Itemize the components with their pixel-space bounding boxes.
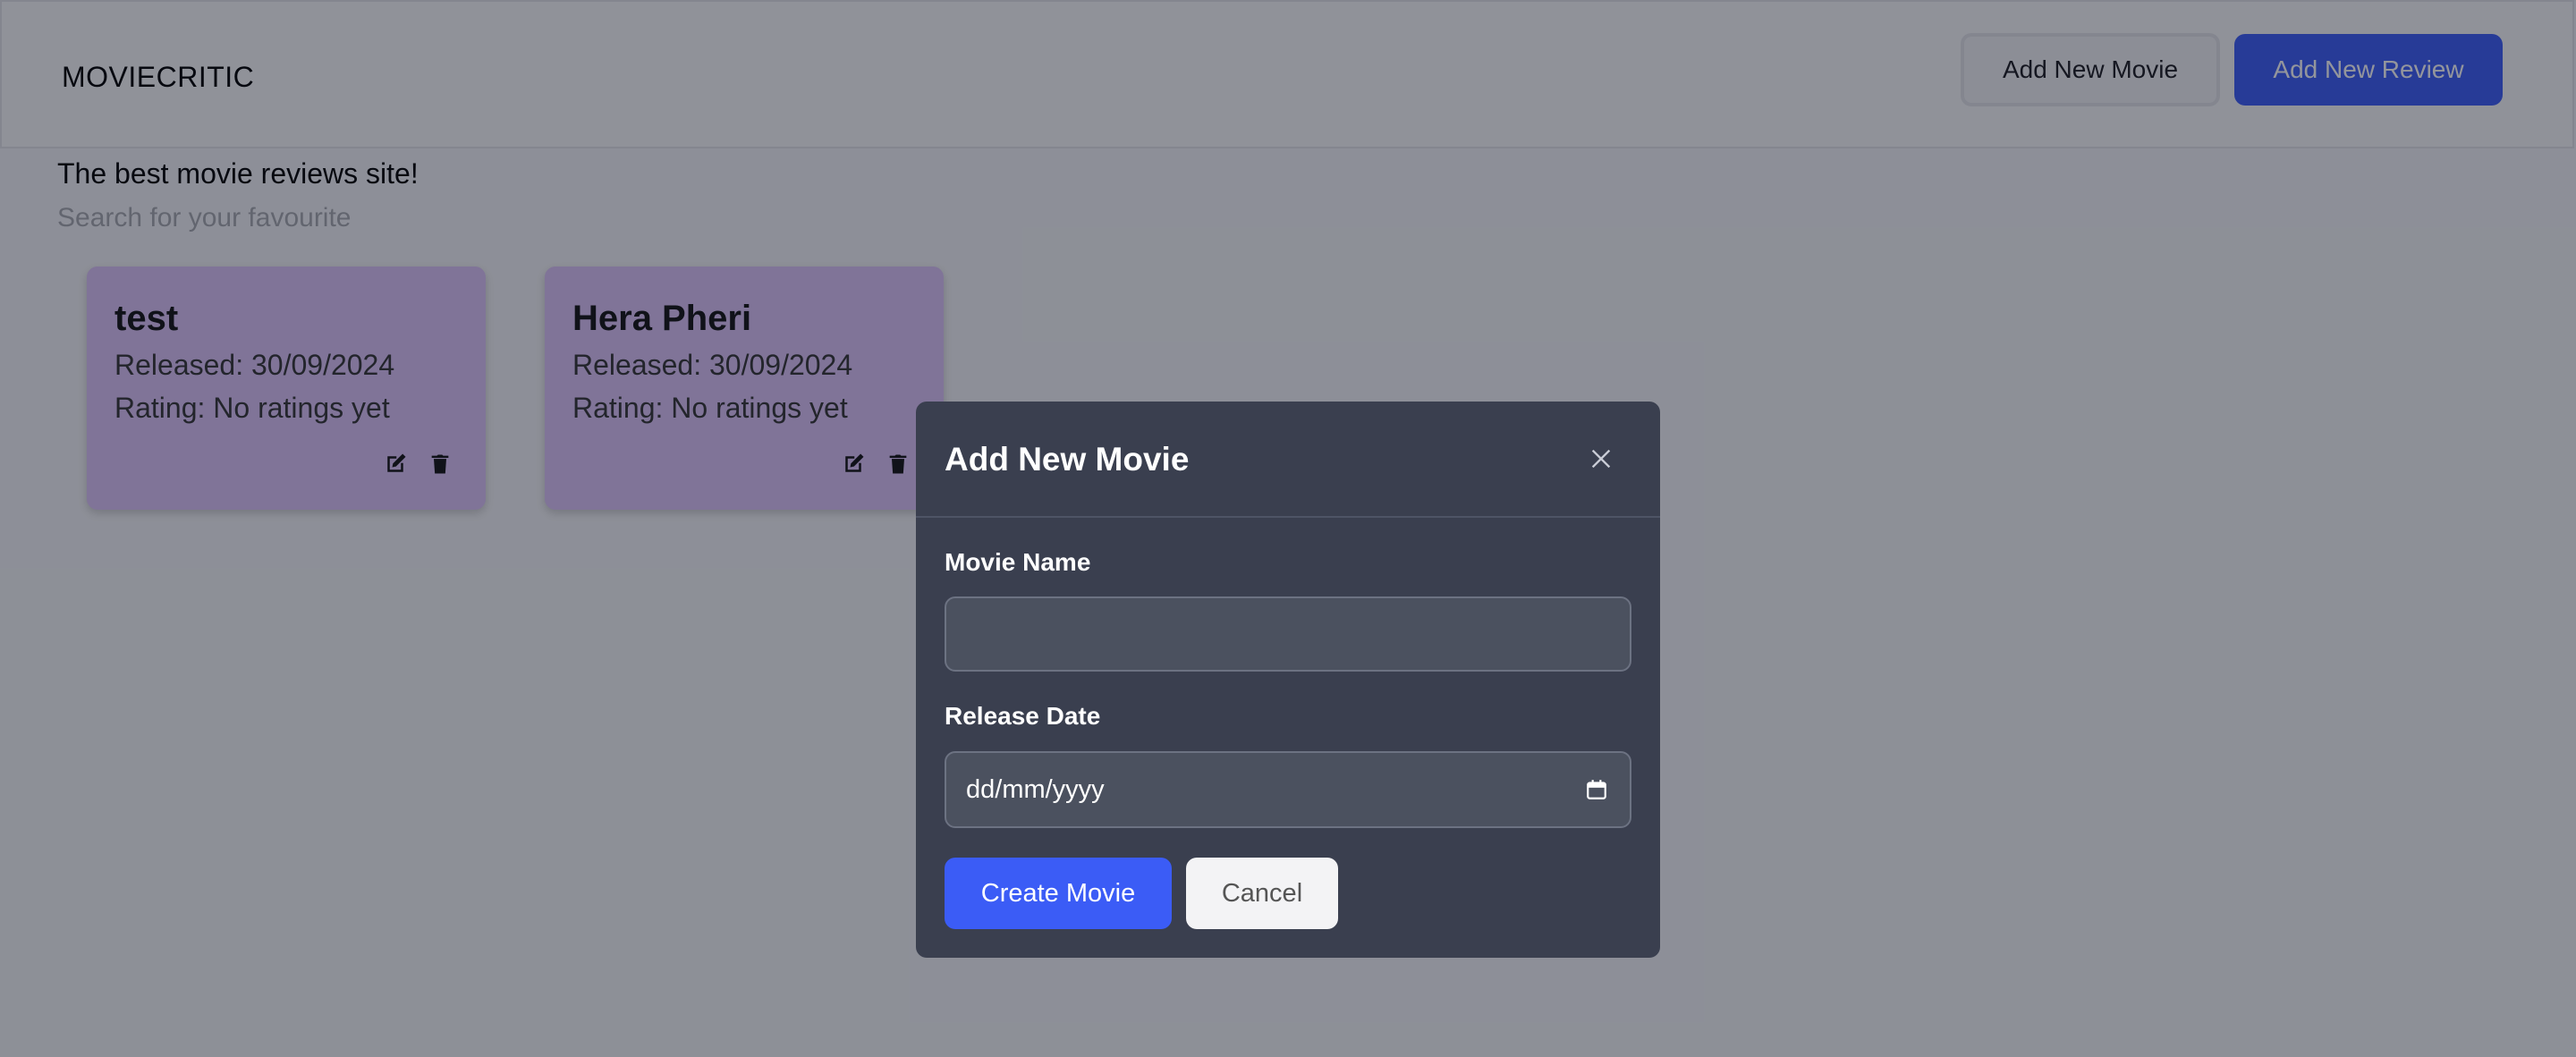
movie-name-label: Movie Name <box>945 548 1091 576</box>
modal-divider <box>916 516 1660 518</box>
release-date-label: Release Date <box>945 702 1101 730</box>
create-movie-button[interactable]: Create Movie <box>945 858 1172 929</box>
movie-name-input[interactable] <box>945 596 1631 672</box>
modal-title: Add New Movie <box>945 441 1190 478</box>
release-date-input[interactable]: dd/mm/yyyy <box>945 751 1631 828</box>
page: MOVIECRITIC Add New Movie Add New Review… <box>0 0 2576 1057</box>
calendar-icon[interactable] <box>1583 776 1610 803</box>
add-movie-modal: Add New Movie Movie Name Release Date dd… <box>916 402 1660 958</box>
release-date-placeholder: dd/mm/yyyy <box>966 774 1105 804</box>
cancel-button[interactable]: Cancel <box>1186 858 1338 929</box>
close-icon[interactable] <box>1583 441 1619 477</box>
